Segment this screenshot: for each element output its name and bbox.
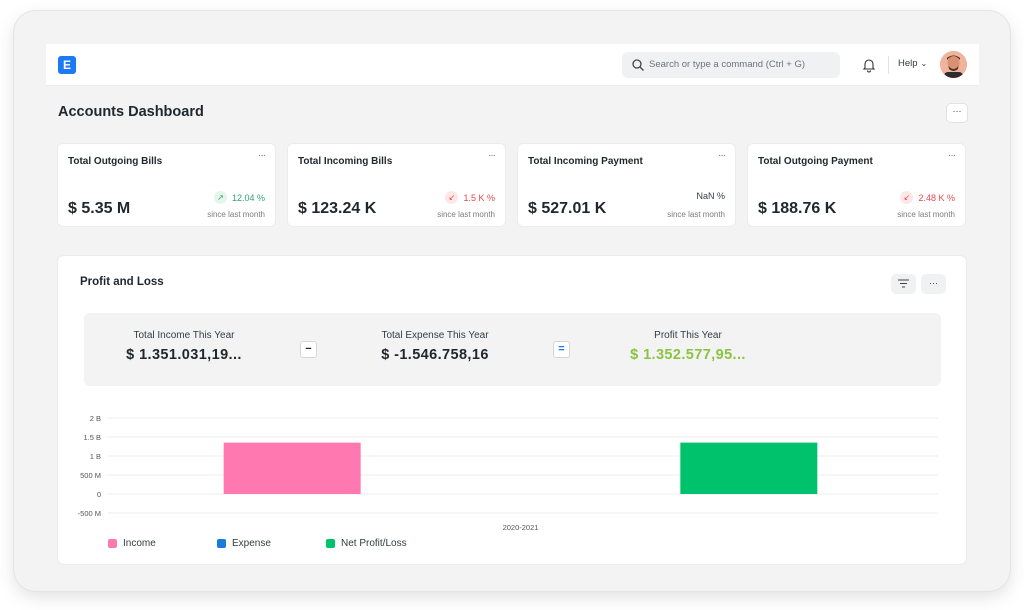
chevron-down-icon: ⌄	[920, 59, 928, 68]
card-value: $ 5.35 M	[68, 200, 131, 217]
page-title: Accounts Dashboard	[58, 104, 204, 120]
legend-label: Expense	[232, 538, 271, 549]
app-logo[interactable]: E	[58, 56, 76, 74]
profit-value: $ 1.352.577,95...	[630, 347, 746, 363]
y-tick-label: -500 M	[78, 509, 101, 518]
legend-swatch	[326, 539, 335, 548]
card-change: NaN %	[696, 191, 725, 201]
card-menu-button[interactable]: ···	[718, 150, 726, 161]
legend-swatch	[217, 539, 226, 548]
card-title: Total Incoming Bills	[298, 156, 393, 167]
legend-item-income[interactable]: Income	[108, 538, 156, 549]
panel-menu-button[interactable]: ···	[921, 274, 946, 294]
card-menu-button[interactable]: ···	[948, 150, 956, 161]
card-value: $ 188.76 K	[758, 200, 837, 217]
y-tick-label: 1.5 B	[83, 433, 101, 442]
equals-icon: =	[553, 341, 570, 358]
card-change-value: NaN %	[696, 191, 725, 201]
x-tick-label: 2020-2021	[503, 523, 539, 532]
profit-loss-panel: Profit and Loss ··· Total Income This Ye…	[57, 255, 967, 565]
arrow-down-icon: ↙	[445, 191, 459, 204]
expense-label: Total Expense This Year	[381, 330, 489, 341]
summary-bar: Total Income This Year $ 1.351.031,19...…	[84, 313, 941, 386]
card-since: since last month	[897, 210, 955, 219]
filter-icon	[898, 279, 909, 288]
card-total-outgoing-payment[interactable]: Total Outgoing Payment ··· $ 188.76 K ↙ …	[747, 143, 966, 227]
arrow-down-icon: ↙	[900, 191, 914, 204]
card-title: Total Incoming Payment	[528, 156, 643, 167]
arrow-up-icon: ↗	[213, 191, 227, 204]
card-change: ↙ 1.5 K %	[445, 191, 495, 204]
legend-item-expense[interactable]: Expense	[217, 538, 271, 549]
expense-value: $ -1.546.758,16	[381, 347, 489, 363]
card-menu-button[interactable]: ···	[258, 150, 266, 161]
card-total-incoming-payment[interactable]: Total Incoming Payment ··· $ 527.01 K Na…	[517, 143, 736, 227]
navbar: E Search or type a command (Ctrl + G) He…	[46, 44, 979, 86]
bar-income[interactable]	[223, 442, 361, 494]
y-tick-label: 0	[97, 490, 101, 499]
card-change: ↙ 2.48 K %	[900, 191, 955, 204]
card-menu-button[interactable]: ···	[488, 150, 496, 161]
y-tick-label: 1 B	[90, 452, 101, 461]
income-value: $ 1.351.031,19...	[126, 347, 242, 363]
legend-label: Income	[123, 538, 156, 549]
card-since: since last month	[207, 210, 265, 219]
bar-net-profit-loss[interactable]	[680, 442, 818, 494]
app-window: E Search or type a command (Ctrl + G) He…	[14, 11, 1010, 591]
user-avatar-image	[940, 51, 967, 78]
legend-label: Net Profit/Loss	[341, 538, 407, 549]
card-change-value: 1.5 K %	[463, 192, 495, 203]
card-total-outgoing-bills[interactable]: Total Outgoing Bills ··· $ 5.35 M ↗ 12.0…	[57, 143, 276, 227]
card-value: $ 527.01 K	[528, 200, 607, 217]
bell-icon[interactable]	[862, 57, 876, 73]
help-label: Help	[898, 58, 918, 69]
filter-button[interactable]	[891, 274, 916, 294]
search-placeholder: Search or type a command (Ctrl + G)	[649, 59, 806, 70]
panel-title: Profit and Loss	[80, 276, 164, 288]
card-since: since last month	[437, 210, 495, 219]
y-tick-label: 500 M	[80, 471, 101, 480]
legend-item-net-profit-loss[interactable]: Net Profit/Loss	[326, 538, 407, 549]
profit-label: Profit This Year	[654, 330, 722, 341]
help-dropdown[interactable]: Help ⌄	[898, 58, 927, 69]
avatar[interactable]	[940, 51, 967, 78]
card-change-value: 2.48 K %	[918, 192, 955, 203]
card-title: Total Outgoing Payment	[758, 156, 873, 167]
search-bar[interactable]: Search or type a command (Ctrl + G)	[622, 52, 840, 78]
dashboard-menu-button[interactable]: ···	[946, 103, 968, 123]
card-change: ↗ 12.04 %	[213, 191, 265, 204]
income-summary: Total Income This Year $ 1.351.031,19...	[84, 330, 284, 363]
card-value: $ 123.24 K	[298, 200, 377, 217]
card-title: Total Outgoing Bills	[68, 156, 163, 167]
card-total-incoming-bills[interactable]: Total Incoming Bills ··· $ 123.24 K ↙ 1.…	[287, 143, 506, 227]
search-icon	[632, 59, 644, 71]
card-since: since last month	[667, 210, 725, 219]
minus-icon: −	[300, 341, 317, 358]
legend-swatch	[108, 539, 117, 548]
nav-divider	[888, 56, 889, 74]
expense-summary: Total Expense This Year $ -1.546.758,16	[335, 330, 535, 363]
y-tick-label: 2 B	[90, 414, 101, 423]
card-change-value: 12.04 %	[231, 192, 265, 203]
profit-summary: Profit This Year $ 1.352.577,95...	[588, 330, 788, 363]
profit-loss-chart: -500 M 0 500 M 1 B 1.5 B 2 B 2020-2021	[78, 414, 938, 532]
income-label: Total Income This Year	[133, 330, 235, 341]
